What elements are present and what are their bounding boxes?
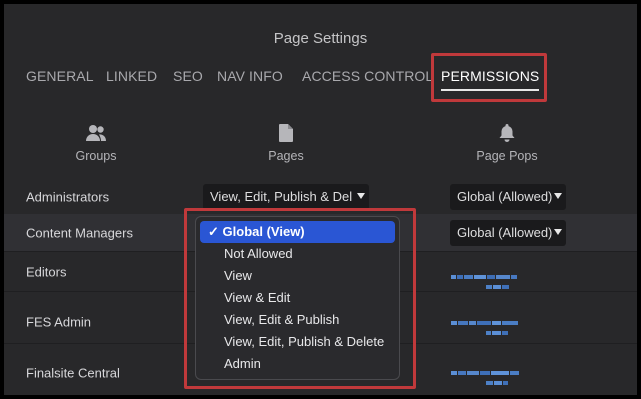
page-icon	[216, 124, 356, 144]
page-pops-column-header: Page Pops	[437, 124, 577, 163]
pages-column-label: Pages	[268, 149, 304, 163]
group-name: Administrators	[26, 189, 110, 204]
page-pops-column-label: Page Pops	[476, 149, 538, 163]
group-name: Content Managers	[26, 225, 133, 240]
select-value: Global (Allowed)	[457, 225, 553, 240]
chevron-down-icon	[357, 193, 365, 199]
dropdown-option[interactable]: View, Edit & Publish	[200, 309, 395, 331]
table-row: Administrators View, Edit, Publish & Del…	[4, 178, 637, 216]
page-pops-permission-select[interactable]: Global (Allowed)	[450, 220, 566, 246]
chevron-down-icon	[554, 193, 562, 199]
groups-column-header: Groups	[26, 124, 166, 163]
dropdown-option[interactable]: View, Edit, Publish & Delete	[200, 331, 395, 353]
pages-permission-select[interactable]: View, Edit, Publish & Del	[203, 184, 369, 210]
tab-linked[interactable]: LINKED	[106, 68, 157, 84]
tab-permissions[interactable]: PERMISSIONS	[441, 68, 540, 91]
check-icon: ✓	[208, 224, 219, 239]
groups-column-label: Groups	[75, 149, 117, 163]
tab-seo[interactable]: SEO	[173, 68, 203, 84]
pages-column-header: Pages	[216, 124, 356, 163]
group-name: Editors	[26, 264, 67, 279]
dropdown-option[interactable]: Not Allowed	[200, 243, 395, 265]
dropdown-option[interactable]: View	[200, 265, 395, 287]
groups-icon	[26, 124, 166, 144]
page-settings-dialog: Page Settings GENERAL LINKED SEO NAV INF…	[4, 4, 637, 395]
tab-access-control[interactable]: ACCESS CONTROL	[302, 68, 433, 84]
dropdown-option[interactable]: Admin	[200, 353, 395, 375]
dropdown-option-selected[interactable]: ✓ Global (View)	[200, 221, 395, 243]
tab-general[interactable]: GENERAL	[26, 68, 94, 84]
group-name: Finalsite Central	[26, 365, 120, 380]
select-value: View, Edit, Publish & Del	[210, 189, 353, 204]
page-pops-permission-select[interactable]: Global (Allowed)	[450, 184, 566, 210]
chevron-down-icon	[554, 229, 562, 235]
dropdown-option[interactable]: View & Edit	[200, 287, 395, 309]
bell-icon	[437, 124, 577, 144]
group-name: FES Admin	[26, 314, 92, 329]
pages-permission-dropdown-menu: ✓ Global (View) Not Allowed View View & …	[195, 216, 400, 380]
tab-nav-info[interactable]: NAV INFO	[217, 68, 283, 84]
select-value: Global (Allowed)	[457, 189, 553, 204]
dialog-title: Page Settings	[273, 30, 368, 47]
